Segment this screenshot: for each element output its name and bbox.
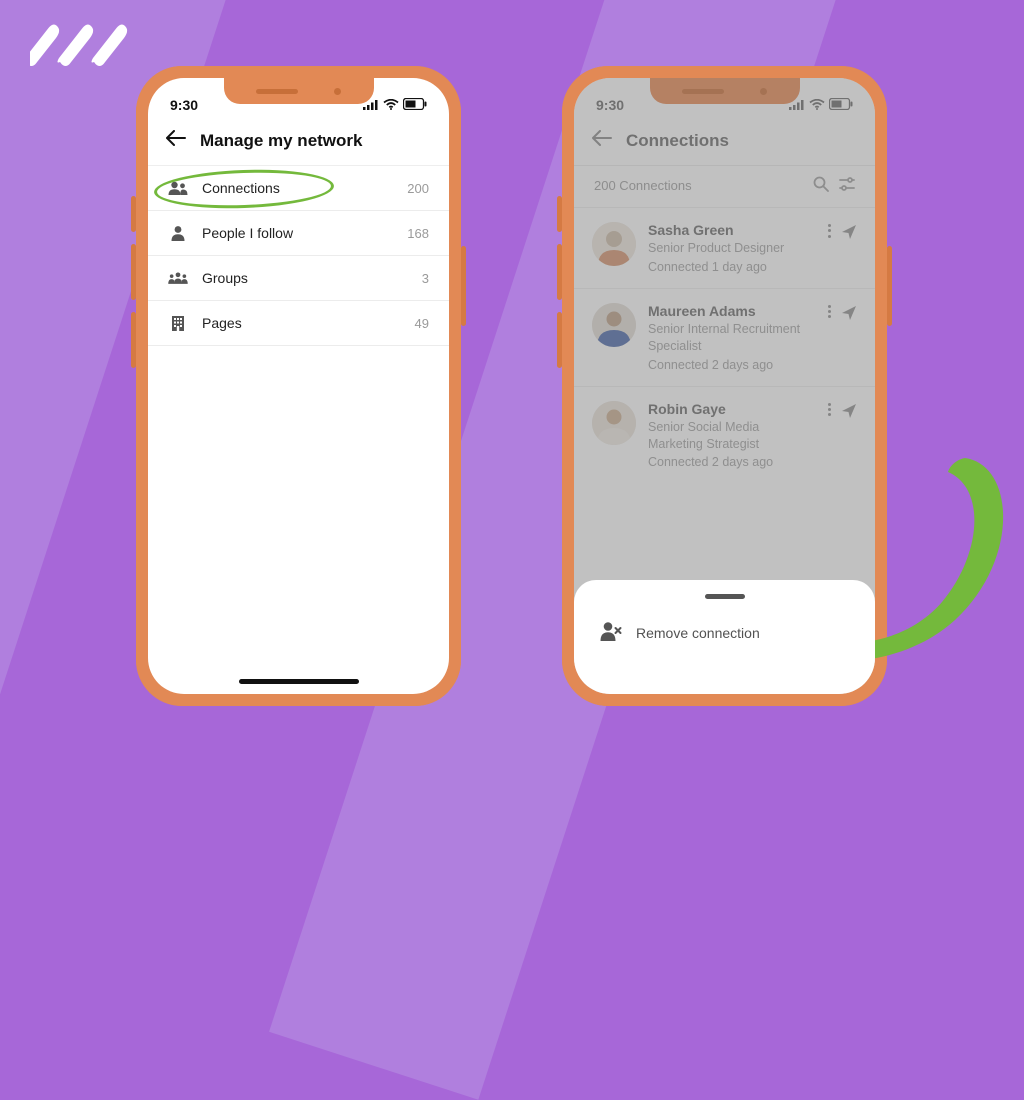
back-arrow-icon[interactable] xyxy=(592,130,612,151)
home-indicator[interactable] xyxy=(239,679,359,684)
bottom-sheet: Remove connection xyxy=(574,580,875,694)
battery-icon xyxy=(403,97,427,113)
status-time: 9:30 xyxy=(170,97,198,113)
status-time: 9:30 xyxy=(596,97,624,113)
row-label: Pages xyxy=(202,315,401,331)
phone-mockup-right: 9:30 Connections 200 Connections xyxy=(562,66,887,706)
row-pages[interactable]: Pages 49 xyxy=(148,301,449,346)
connection-title: Senior Social Media Marketing Strategist xyxy=(648,419,816,453)
person-icon xyxy=(168,225,188,241)
group-icon xyxy=(168,271,188,285)
row-label: Groups xyxy=(202,270,408,286)
more-icon[interactable] xyxy=(828,305,831,319)
send-icon[interactable] xyxy=(841,403,857,424)
connections-count-label: 200 Connections xyxy=(594,178,692,193)
phone-notch xyxy=(224,78,374,104)
screen-right: 9:30 Connections 200 Connections xyxy=(574,78,875,694)
row-connections[interactable]: Connections 200 xyxy=(148,166,449,211)
row-count: 200 xyxy=(407,181,429,196)
page-title: Connections xyxy=(626,131,729,151)
search-icon[interactable] xyxy=(813,176,829,195)
remove-connection-action[interactable]: Remove connection xyxy=(574,615,875,650)
connection-name: Sasha Green xyxy=(648,222,816,238)
sub-header: 200 Connections xyxy=(574,166,875,207)
send-icon[interactable] xyxy=(841,224,857,245)
wifi-icon xyxy=(383,97,399,113)
avatar xyxy=(592,222,636,266)
row-people-i-follow[interactable]: People I follow 168 xyxy=(148,211,449,256)
sheet-action-label: Remove connection xyxy=(636,625,760,641)
connection-row[interactable]: Maureen Adams Senior Internal Recruitmen… xyxy=(574,288,875,386)
screen-left: 9:30 Manage my network xyxy=(148,78,449,694)
connection-time: Connected 1 day ago xyxy=(648,260,816,274)
more-icon[interactable] xyxy=(828,403,831,417)
phone-mockup-left: 9:30 Manage my network xyxy=(136,66,461,706)
connection-time: Connected 2 days ago xyxy=(648,358,816,372)
nav-header: Connections xyxy=(574,120,875,166)
connection-row[interactable]: Sasha Green Senior Product Designer Conn… xyxy=(574,207,875,288)
row-label: Connections xyxy=(202,180,393,196)
row-count: 49 xyxy=(415,316,429,331)
row-count: 168 xyxy=(407,226,429,241)
row-label: People I follow xyxy=(202,225,393,241)
connection-title: Senior Internal Recruitment Specialist xyxy=(648,321,816,355)
nav-header: Manage my network xyxy=(148,120,449,166)
brand-logo xyxy=(30,22,145,79)
connection-name: Maureen Adams xyxy=(648,303,816,319)
filter-icon[interactable] xyxy=(839,176,855,195)
send-icon[interactable] xyxy=(841,305,857,326)
people-icon xyxy=(168,181,188,195)
battery-icon xyxy=(829,97,853,113)
connection-row[interactable]: Robin Gaye Senior Social Media Marketing… xyxy=(574,386,875,484)
connection-time: Connected 2 days ago xyxy=(648,455,816,469)
phone-notch xyxy=(650,78,800,104)
connection-name: Robin Gaye xyxy=(648,401,816,417)
avatar xyxy=(592,303,636,347)
page-title: Manage my network xyxy=(200,131,363,151)
row-groups[interactable]: Groups 3 xyxy=(148,256,449,301)
row-count: 3 xyxy=(422,271,429,286)
back-arrow-icon[interactable] xyxy=(166,130,186,151)
sheet-handle[interactable] xyxy=(705,594,745,599)
remove-person-icon xyxy=(600,621,622,644)
building-icon xyxy=(168,315,188,331)
avatar xyxy=(592,401,636,445)
wifi-icon xyxy=(809,97,825,113)
connection-title: Senior Product Designer xyxy=(648,240,816,257)
more-icon[interactable] xyxy=(828,224,831,238)
